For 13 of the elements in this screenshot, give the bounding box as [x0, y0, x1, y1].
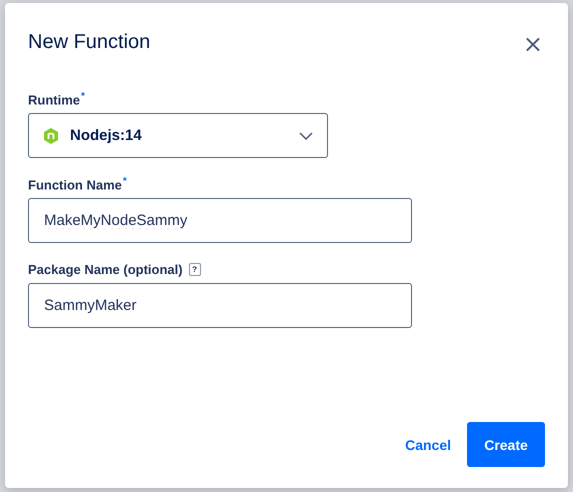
field-label: Function Name$^{*}$: [28, 176, 127, 192]
text-field[interactable]: SammyMaker: [28, 283, 412, 328]
create-button[interactable]: Create: [467, 422, 545, 467]
close-button[interactable]: ×: [520, 33, 545, 55]
field-label: Runtime$^{*}$: [28, 90, 85, 108]
cancel-link[interactable]: Cancel: [404, 422, 452, 467]
hexagon-icon: [44, 128, 58, 144]
chevron-down-icon: [299, 132, 313, 140]
dialog-title: New Function: [28, 31, 150, 54]
runtime-select[interactable]: Nodejs:14: [28, 113, 328, 158]
text-field[interactable]: MakeMyNodeSammy: [28, 198, 412, 243]
field-label: Package Name (optional): [28, 262, 183, 276]
help-icon[interactable]: ?: [188, 262, 201, 276]
